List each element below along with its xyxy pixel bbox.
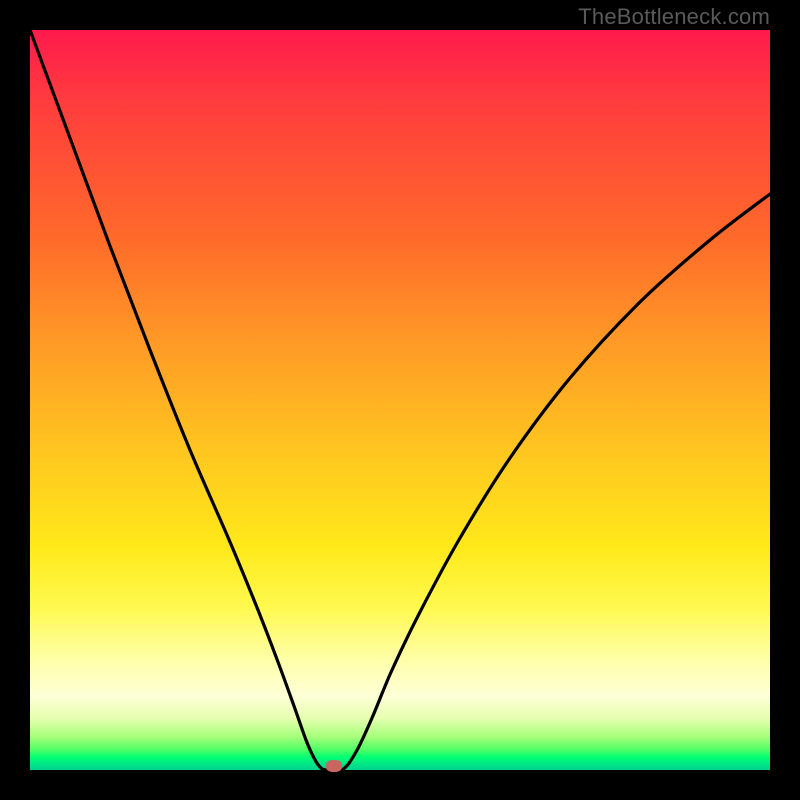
minimum-marker [326,760,342,772]
curve-svg [30,30,770,770]
bottleneck-curve [30,30,770,770]
plot-area [30,30,770,770]
chart-frame: TheBottleneck.com [0,0,800,800]
attribution-text: TheBottleneck.com [578,4,770,30]
